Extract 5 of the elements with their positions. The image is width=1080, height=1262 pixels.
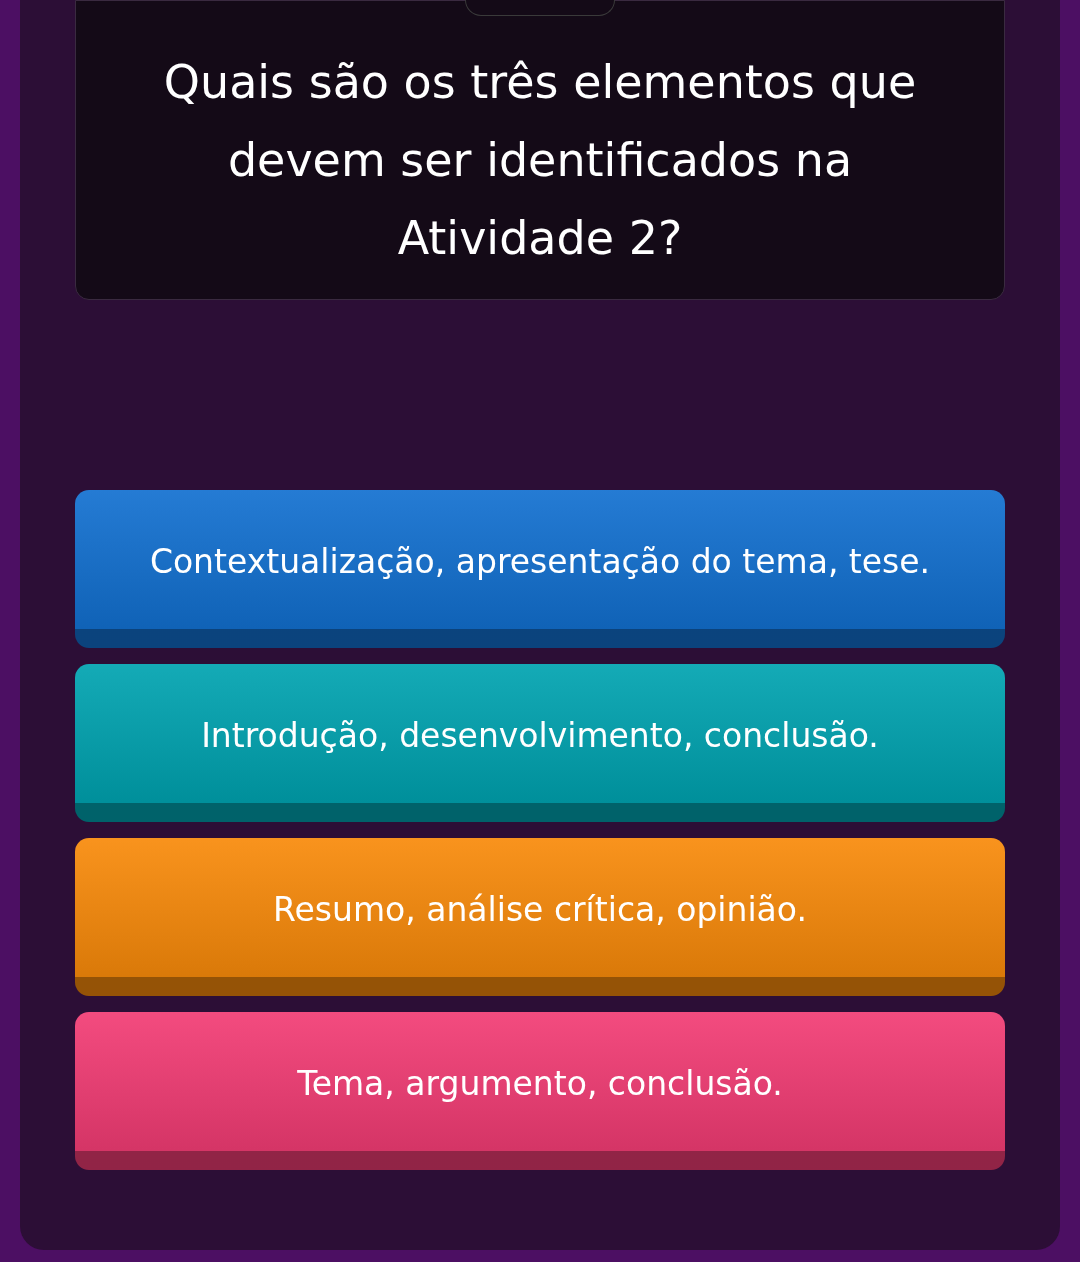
- question-text: Quais são os três elementos que devem ser identificados na Atividade 2?: [162, 54, 918, 267]
- answer-button[interactable]: Tema, argumento, conclusão.: [75, 1012, 1005, 1170]
- answer-button[interactable]: Contextualização, apresentação do tema, tese.: [75, 490, 1005, 648]
- answer-button[interactable]: Introdução, desenvolvimento, conclusão.: [75, 664, 1005, 822]
- answer-button[interactable]: Resumo, análise crítica, opinião.: [75, 838, 1005, 996]
